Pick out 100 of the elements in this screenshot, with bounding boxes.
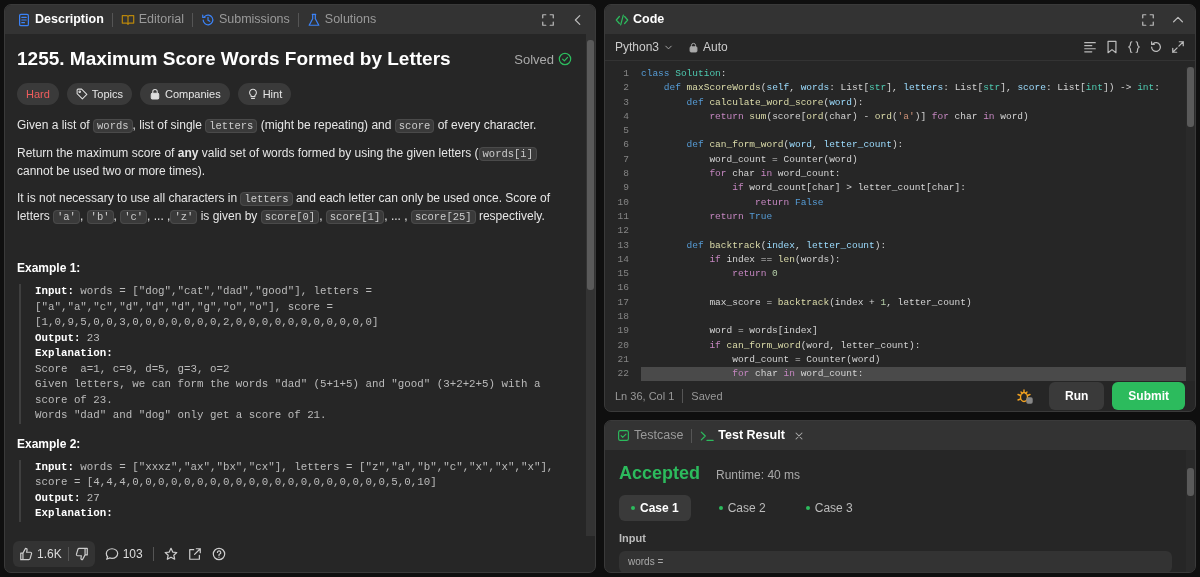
verdict: Accepted (619, 462, 701, 485)
format-button[interactable] (1083, 40, 1097, 54)
undo-icon (1149, 40, 1163, 54)
panel-tab[interactable]: Editorial (118, 10, 186, 29)
bookmark-icon (1105, 40, 1119, 54)
thumbs-up-icon (19, 547, 33, 561)
code-line: word_count = Counter(word) (708, 152, 859, 167)
line-number: 15 (616, 267, 630, 282)
debugger-button[interactable] (1017, 388, 1033, 404)
example-line: Output: 23 (35, 330, 101, 346)
line-number: 11 (616, 209, 630, 224)
case-tab[interactable]: Case 1 (619, 495, 691, 521)
fullscreen-button[interactable] (1141, 12, 1155, 27)
runtime-label: Runtime: 40 ms (716, 467, 801, 484)
mode-label: Auto (703, 39, 728, 56)
code-line: for char in word_count: (708, 167, 842, 182)
flask-icon (306, 12, 321, 27)
line-number: 13 (616, 238, 630, 253)
code-line: return 0 (731, 267, 779, 282)
line-number: 5 (622, 124, 630, 139)
tag-button[interactable]: Companies (140, 82, 230, 106)
code-line: if can_form_word(word, letter_count): (708, 338, 922, 353)
favorite-button[interactable] (163, 547, 178, 561)
line-number: 10 (616, 195, 630, 210)
example-line: Output: 27 (35, 490, 101, 506)
line-number: 16 (616, 281, 630, 296)
line-number: 21 (616, 352, 630, 367)
code-line: return sum(score[ord(char) - ord('a')] for char in word) (708, 109, 1030, 124)
cursor-position: Ln 36, Col 1 (615, 388, 675, 404)
line-number: 3 (622, 95, 630, 110)
scrollbar[interactable] (586, 34, 595, 536)
panel-tab[interactable]: Solutions (304, 10, 379, 29)
expand-icon (1171, 40, 1185, 54)
panel-title: Code (633, 11, 665, 29)
line-number: 7 (622, 152, 630, 167)
case-tab[interactable]: Case 3 (793, 495, 865, 521)
panel-tab[interactable]: Test Result (698, 426, 787, 445)
braces-icon (1127, 40, 1141, 54)
code-line: if word_count[char] > letter_count[char]: (731, 181, 967, 196)
panel-tab[interactable]: Testcase (615, 426, 686, 445)
line-number: 12 (616, 224, 630, 239)
input-field[interactable]: words = (619, 550, 1172, 572)
example-line: Input: words = ["dog","cat","dad","good"], letters = ["a","a","c","d","d","d","g","o","o"], score = [1,0,9,5,0,0,3,0,0,0,0,0,0,0,2,0,0,0,0,0,0,0,0,0,0,0] (35, 284, 380, 331)
lock-icon (688, 41, 700, 53)
star-icon (163, 547, 178, 561)
line-number: 6 (622, 138, 630, 153)
language-dropdown[interactable]: Python3 (615, 41, 675, 53)
code-line: def maxScoreWords(self, words: List[str], letters: List[str], score: List[int]) -> int: (662, 81, 1161, 96)
check-circle-icon (558, 52, 572, 67)
code-line: def can_form_word(word, letter_count): (685, 138, 905, 153)
book-icon (120, 12, 135, 27)
code-line: return True (708, 209, 774, 224)
scrollbar[interactable] (1186, 67, 1195, 381)
fullscreen-icon (541, 12, 555, 27)
tag-button[interactable]: Hint (237, 82, 292, 106)
code-line: def calculate_word_score(word): (685, 95, 865, 110)
document-icon (17, 12, 31, 27)
description-paragraph: Return the maximum score of any valid set of words formed by using the given letters ( words[i] cannot be used two or more times). (17, 145, 572, 181)
help-icon (211, 547, 226, 561)
scrollbar[interactable] (1186, 450, 1195, 572)
code-line: if index == len(words): (708, 252, 842, 267)
difficulty-label: Hard (17, 82, 59, 106)
problem-title: 1255. Maximum Score Words Formed by Letters (17, 48, 451, 71)
tag-button[interactable]: Topics (66, 82, 133, 106)
example-line: Explanation: (35, 506, 114, 522)
code-line: max_score = backtrack(index + 1, letter_count) (708, 295, 973, 310)
reset-button[interactable] (1149, 40, 1163, 54)
line-number: 17 (616, 295, 630, 310)
line-number: 14 (616, 252, 630, 267)
line-number: 20 (616, 338, 630, 353)
line-number: 1 (622, 67, 630, 81)
tag-icon (75, 88, 88, 101)
share-button[interactable] (187, 547, 202, 561)
description-paragraph: Given a list of words , list of single letters (might be repeating) and score of every character. (17, 117, 538, 136)
bookmark-button[interactable] (1105, 40, 1119, 54)
expand-button[interactable] (1171, 40, 1185, 54)
code-line: def backtrack(index, letter_count): (685, 238, 888, 253)
fullscreen-button[interactable] (541, 12, 555, 27)
help-button[interactable] (211, 547, 226, 561)
panel-tab[interactable]: Description (15, 10, 106, 29)
case-tab[interactable]: Case 2 (706, 495, 778, 521)
comments-button[interactable]: 103 (104, 547, 143, 561)
code-icon (615, 12, 629, 27)
code-line: word = words[index] (708, 324, 819, 339)
checkbox-icon (617, 429, 630, 442)
line-number: 8 (622, 167, 630, 182)
line-number: 2 (622, 81, 630, 96)
example-heading: Example 2: (17, 435, 82, 452)
braces-button[interactable] (1127, 40, 1141, 54)
panel-tab[interactable]: Submissions (198, 10, 292, 29)
share-icon (187, 547, 202, 561)
run-button[interactable]: Run (1049, 382, 1105, 410)
example-heading: Example 1: (17, 260, 82, 277)
code-line: word_count = Counter(word) (731, 352, 882, 367)
solved-status: Solved (514, 50, 554, 69)
terminal-icon (700, 428, 715, 443)
line-number: 22 (616, 367, 630, 381)
thumbs-down-icon (74, 547, 89, 561)
lightbulb-icon (246, 88, 259, 101)
code-line: class Solution: (641, 67, 728, 81)
